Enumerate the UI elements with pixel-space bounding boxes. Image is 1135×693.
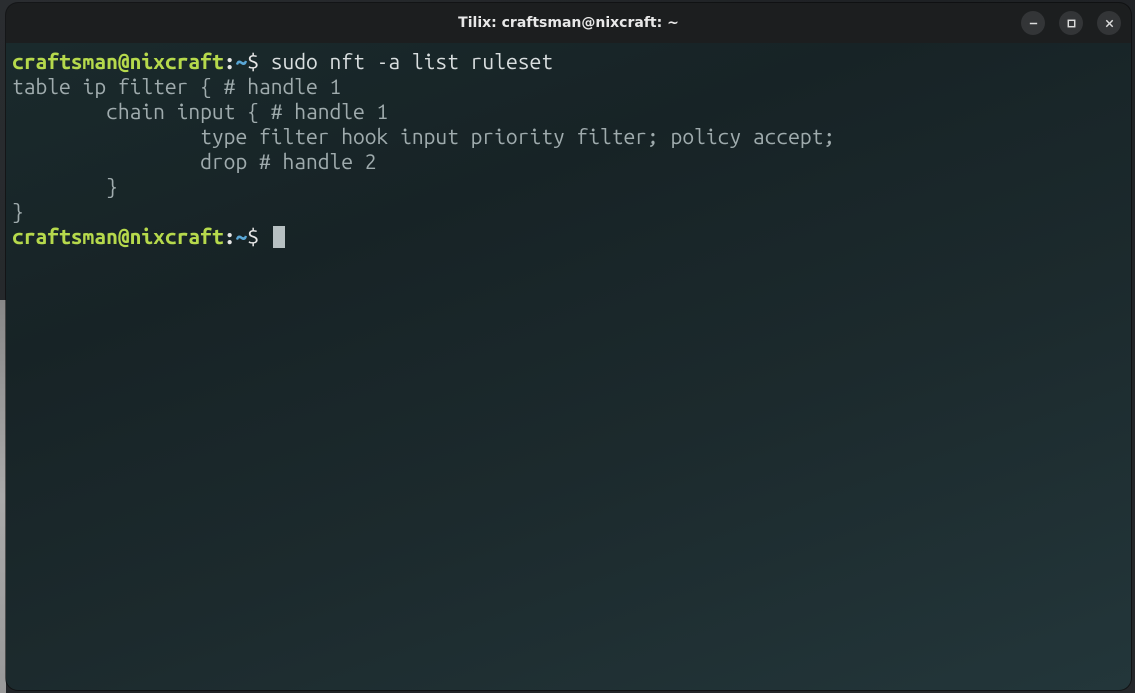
maximize-button[interactable]	[1059, 11, 1083, 35]
minimize-button[interactable]	[1021, 11, 1045, 35]
prompt-dollar: $	[247, 224, 259, 248]
prompt-path: ~	[235, 49, 247, 73]
output-line: chain input { # handle 1	[12, 99, 1125, 124]
minimize-icon	[1028, 18, 1039, 29]
output-line: table ip filter { # handle 1	[12, 74, 1125, 99]
window-titlebar[interactable]: Tilix: craftsman@nixcraft: ~	[6, 3, 1131, 43]
window-title: Tilix: craftsman@nixcraft: ~	[458, 15, 679, 31]
terminal-cursor	[273, 226, 285, 248]
prompt-path: ~	[235, 224, 247, 248]
terminal-line: craftsman@nixcraft:~$ sudo nft -a list r…	[12, 49, 1125, 74]
output-line: }	[12, 174, 1125, 199]
terminal-line: craftsman@nixcraft:~$	[12, 224, 1125, 249]
output-line: }	[12, 199, 1125, 224]
close-button[interactable]	[1097, 11, 1121, 35]
window-controls	[1021, 11, 1121, 35]
terminal-viewport[interactable]: craftsman@nixcraft:~$ sudo nft -a list r…	[6, 43, 1131, 690]
prompt-dollar: $	[247, 49, 259, 73]
prompt-colon: :	[224, 49, 236, 73]
output-line: drop # handle 2	[12, 149, 1125, 174]
close-icon	[1104, 18, 1115, 29]
command-text: sudo nft -a list ruleset	[271, 49, 553, 73]
output-line: type filter hook input priority filter; …	[12, 124, 1125, 149]
maximize-icon	[1066, 18, 1077, 29]
prompt-user-host: craftsman@nixcraft	[12, 224, 224, 248]
prompt-colon: :	[224, 224, 236, 248]
terminal-window: Tilix: craftsman@nixcraft: ~ craftsman@n…	[6, 3, 1131, 690]
prompt-user-host: craftsman@nixcraft	[12, 49, 224, 73]
